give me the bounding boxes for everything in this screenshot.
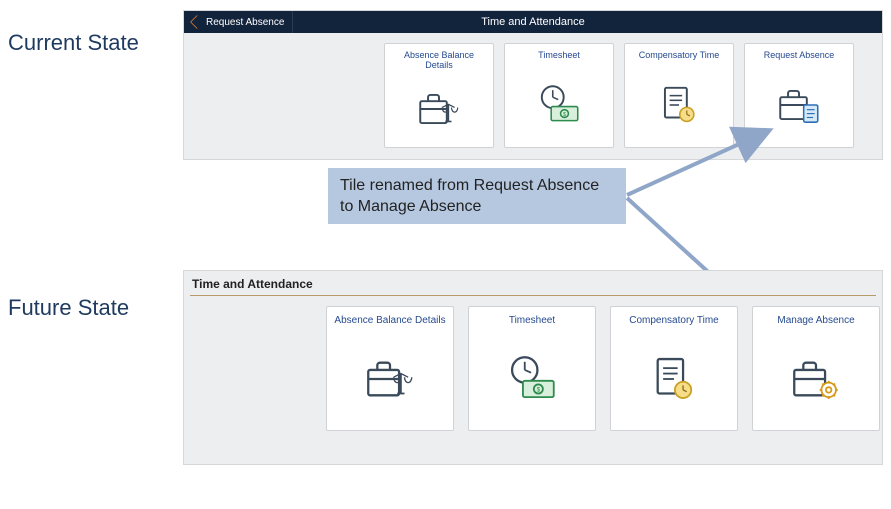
briefcase-scale-icon [361,327,419,430]
tile-title: Absence Balance Details [389,50,489,70]
label-current-state: Current State [8,30,139,56]
divider [190,295,876,296]
briefcase-scale-icon [414,70,464,147]
tile-absence-balance-details[interactable]: Absence Balance Details [384,43,494,148]
future-header: Time and Attendance [184,271,882,295]
tile-title: Compensatory Time [629,315,718,327]
tile-title: Timesheet [538,50,580,62]
panel-current-state: Request Absence Time and Attendance Abse… [183,10,883,160]
tile-compensatory-time[interactable]: Compensatory Time [610,306,738,431]
tile-request-absence[interactable]: Request Absence [744,43,854,148]
topbar: Request Absence Time and Attendance [184,11,882,33]
tile-title: Timesheet [509,315,555,327]
tile-compensatory-time[interactable]: Compensatory Time [624,43,734,148]
tile-timesheet[interactable]: Timesheet $ [468,306,596,431]
tile-manage-absence[interactable]: Manage Absence [752,306,880,431]
panel-future-state: Time and Attendance Absence Balance Deta… [183,270,883,465]
tile-title: Manage Absence [777,315,854,327]
tile-timesheet[interactable]: Timesheet $ [504,43,614,148]
tile-title: Compensatory Time [639,50,720,62]
briefcase-gear-icon [787,327,845,430]
annotation-box: Tile renamed from Request Absence to Man… [328,168,626,224]
tile-row-current: Absence Balance Details Timesheet [184,33,882,148]
svg-text:$: $ [537,386,541,393]
document-clock-icon [645,327,703,430]
clock-money-icon: $ [534,62,584,147]
label-future-state: Future State [8,295,129,321]
tile-row-future: Absence Balance Details Timesheet [184,306,882,431]
tile-absence-balance-details[interactable]: Absence Balance Details [326,306,454,431]
tile-title: Absence Balance Details [334,315,445,327]
chevron-left-icon [190,15,204,29]
document-clock-icon [654,62,704,147]
topbar-title: Time and Attendance [481,16,585,28]
svg-text:$: $ [563,111,566,117]
tile-title: Request Absence [764,50,835,62]
back-button-label: Request Absence [206,17,284,28]
clock-money-icon: $ [503,327,561,430]
briefcase-document-icon [774,62,824,147]
back-button[interactable]: Request Absence [184,11,293,33]
